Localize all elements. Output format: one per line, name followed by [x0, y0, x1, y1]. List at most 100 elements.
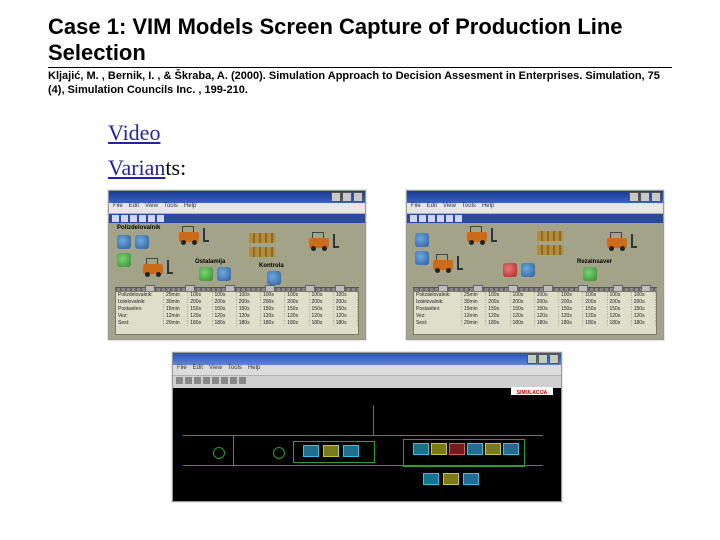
table-cell: 100s	[511, 292, 535, 298]
toolbar-icon	[176, 377, 183, 384]
table-cell: 180s	[583, 320, 607, 326]
table-cell: 25min	[164, 292, 188, 298]
menu-item: Edit	[129, 203, 139, 213]
table-cell: 100s	[334, 292, 358, 298]
table-cell: 120s	[511, 313, 535, 319]
minimize-icon	[629, 192, 639, 202]
table-cell: 150s	[535, 306, 559, 312]
cad-machine-icon	[485, 443, 501, 455]
table-cell: 120s	[559, 313, 583, 319]
table-cell: 180s	[261, 320, 285, 326]
window-titlebar	[407, 191, 663, 203]
table-cell: 120s	[535, 313, 559, 319]
menu-bar: File Edit View Tools Help	[173, 365, 561, 376]
maximize-icon	[640, 192, 650, 202]
table-cell: 180s	[310, 320, 334, 326]
table-cell: 200s	[632, 299, 656, 305]
table-cell: 200s	[559, 299, 583, 305]
toolbar-icon	[148, 215, 155, 222]
table-cell: 120s	[213, 313, 237, 319]
cad-machine-icon	[413, 443, 429, 455]
station-label: Ostalamija	[195, 259, 225, 265]
minimize-icon	[331, 192, 341, 202]
machine-icon	[135, 235, 149, 249]
table-cell: 150s	[608, 306, 632, 312]
table-row-label: Postavitev:	[414, 306, 462, 312]
table-cell: 200s	[608, 299, 632, 305]
table-cell: 180s	[237, 320, 261, 326]
table-cell: 150s	[583, 306, 607, 312]
forklift-icon	[607, 233, 637, 251]
table-cell: 25min	[462, 292, 486, 298]
table-row-label: Sest:	[116, 320, 164, 326]
table-cell: 200s	[583, 299, 607, 305]
pallet-icon	[537, 231, 563, 241]
citation-text: Kljajić, M. , Bernik, I. , & Škraba, A. …	[48, 70, 672, 98]
table-cell: 150s	[285, 306, 309, 312]
table-cell: 100s	[188, 292, 212, 298]
table-cell: 12min	[462, 313, 486, 319]
close-icon	[651, 192, 661, 202]
screenshot-variant-2: File Edit View Tools Help	[406, 190, 664, 340]
cad-machine-icon	[449, 443, 465, 455]
table-cell: 180s	[486, 320, 510, 326]
table-cell: 150s	[632, 306, 656, 312]
menu-item: Help	[248, 365, 260, 375]
table-cell: 180s	[608, 320, 632, 326]
table-row-label: Izdelovalnik:	[414, 299, 462, 305]
table-cell: 150s	[188, 306, 212, 312]
table-cell: 15min	[164, 306, 188, 312]
table-cell: 200s	[213, 299, 237, 305]
video-link[interactable]: Video	[108, 120, 160, 145]
table-cell: 20min	[462, 320, 486, 326]
screenshot-variant-3: File Edit View Tools Help SIMULACIJA	[172, 352, 562, 502]
machine-icon	[583, 267, 597, 281]
table-cell: 200s	[237, 299, 261, 305]
table-cell: 100s	[261, 292, 285, 298]
forklift-icon	[433, 255, 463, 273]
close-icon	[353, 192, 363, 202]
table-cell: 100s	[632, 292, 656, 298]
top-screenshots-row: File Edit View Tools Help Polizdelovalni…	[108, 190, 672, 340]
table-cell: 200s	[310, 299, 334, 305]
slide: Case 1: VIM Models Screen Capture of Pro…	[0, 0, 720, 540]
table-cell: 180s	[511, 320, 535, 326]
tool-bar	[173, 376, 561, 388]
table-row-label: Sest:	[414, 320, 462, 326]
table-cell: 120s	[608, 313, 632, 319]
variants-label: Variants:	[108, 150, 672, 185]
cad-line	[373, 405, 374, 435]
table-cell: 120s	[632, 313, 656, 319]
window-titlebar	[109, 191, 365, 203]
variants-link[interactable]: Varian	[108, 155, 165, 180]
cad-machine-icon	[343, 445, 359, 457]
cad-machine-icon	[431, 443, 447, 455]
screenshot-variant-1: File Edit View Tools Help Polizdelovalni…	[108, 190, 366, 340]
toolbar-icon	[185, 377, 192, 384]
table-cell: 200s	[285, 299, 309, 305]
toolbar-icon	[130, 215, 137, 222]
menu-item: View	[145, 203, 158, 213]
table-cell: 12min	[164, 313, 188, 319]
toolbar-icon	[410, 215, 417, 222]
menu-item: Tools	[228, 365, 242, 375]
menu-item: Edit	[193, 365, 203, 375]
menu-item: Tools	[462, 203, 476, 213]
table-cell: 150s	[511, 306, 535, 312]
table-cell: 100s	[285, 292, 309, 298]
table-cell: 100s	[583, 292, 607, 298]
toolbar-icon	[112, 215, 119, 222]
bottom-screenshot-row: File Edit View Tools Help SIMULACIJA	[172, 352, 672, 502]
menu-item: Tools	[164, 203, 178, 213]
table-cell: 120s	[261, 313, 285, 319]
variants-suffix: ts:	[165, 155, 186, 180]
menu-item: Edit	[427, 203, 437, 213]
table-row-label: Polizdelovalnik:	[414, 292, 462, 298]
table-cell: 120s	[310, 313, 334, 319]
table-cell: 180s	[559, 320, 583, 326]
table-cell: 180s	[632, 320, 656, 326]
toolbar-icon	[455, 215, 462, 222]
table-cell: 150s	[310, 306, 334, 312]
cad-circle-icon	[213, 447, 225, 459]
pallet-icon	[537, 245, 563, 255]
